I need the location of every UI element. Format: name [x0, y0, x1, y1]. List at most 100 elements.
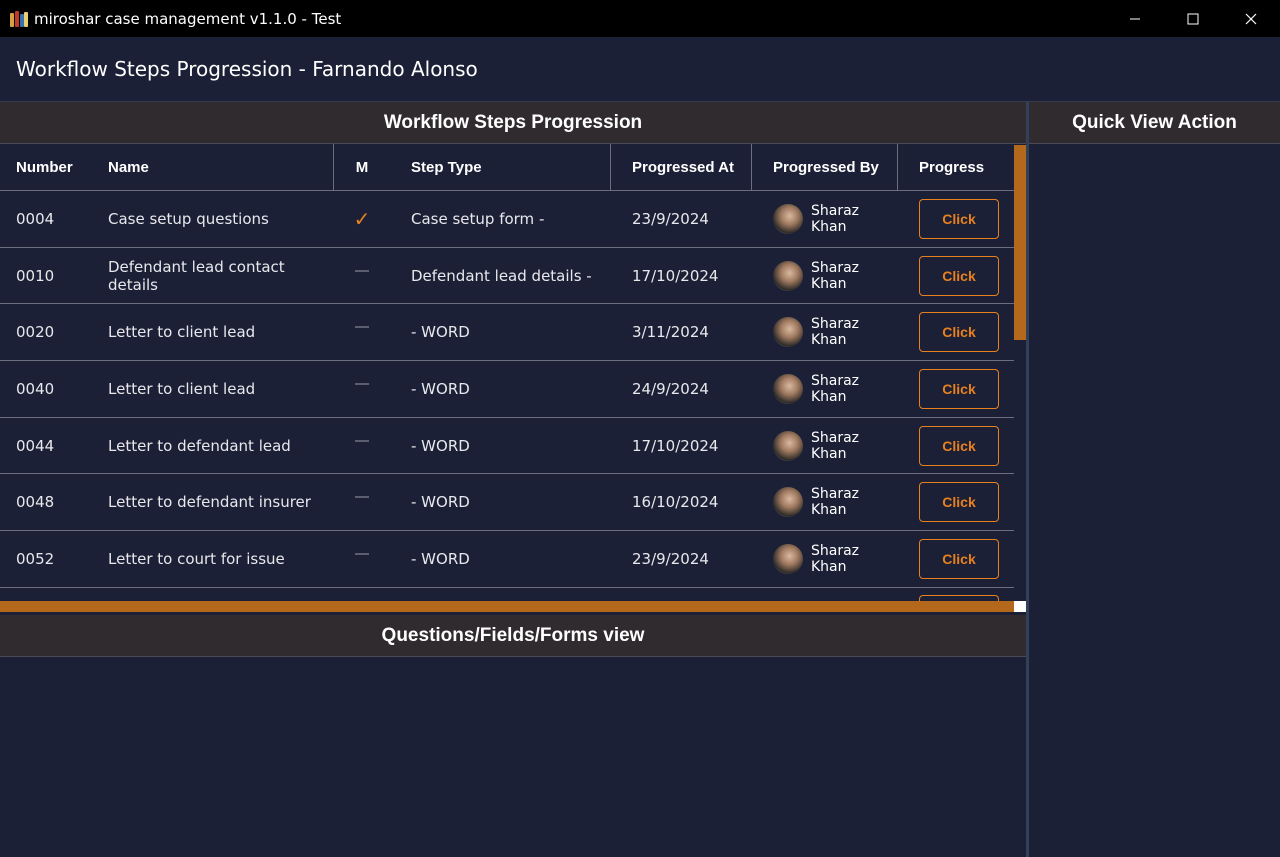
cell-name: Letter to client lead — [108, 379, 256, 398]
cell-progressed-by: Sharaz Khan — [752, 248, 898, 304]
close-button[interactable] — [1222, 0, 1280, 37]
column-header-progressed-by[interactable]: Progressed By — [752, 144, 898, 190]
app-books-icon — [10, 10, 28, 27]
cell-name: Defendant lead contact details — [108, 257, 285, 294]
cell-m — [334, 304, 390, 360]
user-name: Sharaz Khan — [811, 259, 860, 292]
progress-click-button[interactable]: Click — [919, 368, 999, 409]
cell-step-type: - WORD — [411, 549, 470, 568]
progress-click-button[interactable]: Click — [919, 538, 999, 579]
quick-view-section-header: Quick View Action — [1029, 102, 1280, 144]
grid-header: Number Name M Step Type Progressed At Pr… — [0, 144, 1014, 191]
cell-name: Letter to defendant insurer — [108, 493, 311, 512]
vertical-scrollbar-thumb[interactable] — [1014, 145, 1026, 340]
avatar — [773, 487, 803, 518]
cell-progressed-by: Sharaz Khan — [752, 418, 898, 474]
horizontal-scrollbar[interactable] — [0, 601, 1014, 612]
user-name: Sharaz Khan — [811, 372, 860, 405]
maximize-button[interactable] — [1164, 0, 1222, 37]
cell-step-type: - WORD — [411, 379, 470, 398]
user-name: Sharaz Khan — [811, 429, 860, 462]
cell-progressed-at: 17/10/2024 — [632, 436, 719, 455]
user-name: Sharaz Khan — [811, 542, 860, 575]
cell-m — [334, 248, 390, 304]
cell-progressed-by: Sharaz Khan — [752, 474, 898, 530]
cell-m: ✓ — [334, 191, 390, 247]
cell-progressed-at: 16/10/2024 — [632, 493, 719, 512]
cell-step-type: Defendant lead details - — [411, 266, 592, 285]
avatar — [773, 430, 803, 461]
cell-progress: Click — [898, 418, 1014, 474]
avatar — [773, 260, 803, 291]
column-header-progress[interactable]: Progress — [898, 144, 1014, 190]
dash-icon — [355, 326, 369, 329]
minimize-button[interactable] — [1106, 0, 1164, 37]
dash-icon — [355, 496, 369, 499]
checkmark-icon: ✓ — [353, 206, 371, 231]
progress-click-button[interactable]: Click — [919, 255, 999, 296]
cell-progressed-by: Sharaz Khan — [752, 531, 898, 587]
table-row[interactable]: 0040 Letter to client lead - WORD 24/9/2… — [0, 361, 1014, 418]
table-row[interactable]: 0020 Letter to client lead - WORD 3/11/2… — [0, 304, 1014, 362]
cell-number: 0044 — [16, 436, 55, 455]
table-row[interactable]: 0048 Letter to defendant insurer - WORD … — [0, 474, 1014, 532]
dash-icon — [355, 439, 369, 442]
cell-progressed-at: 24/9/2024 — [632, 379, 709, 398]
cell-step-type: Case setup form - — [411, 209, 545, 228]
user-name: Sharaz Khan — [811, 486, 860, 519]
cell-name: Letter to client lead — [108, 323, 256, 342]
window-title: miroshar case management v1.1.0 - Test — [34, 9, 342, 28]
cell-progress: Click — [898, 248, 1014, 304]
cell-step-type: - WORD — [411, 323, 470, 342]
cell-m — [334, 418, 390, 474]
cell-number: 0010 — [16, 266, 55, 285]
table-row[interactable]: 0044 Letter to defendant lead - WORD 17/… — [0, 418, 1014, 475]
progress-click-button[interactable]: Click — [919, 482, 999, 523]
grid-body: 0004 Case setup questions ✓ Case setup f… — [0, 191, 1014, 588]
cell-progressed-by: Sharaz Khan — [752, 361, 898, 417]
page-header: Workflow Steps Progression - Farnando Al… — [0, 37, 1280, 102]
title-bar: miroshar case management v1.1.0 - Test — [0, 0, 1280, 37]
quick-view-panel: Quick View Action — [1029, 102, 1280, 857]
column-header-progressed-at[interactable]: Progressed At — [611, 144, 752, 190]
cell-number: 0040 — [16, 379, 55, 398]
progress-click-button[interactable]: Click — [919, 425, 999, 466]
column-header-step-type[interactable]: Step Type — [390, 144, 611, 190]
cell-progress: Click — [898, 191, 1014, 247]
column-header-number[interactable]: Number — [0, 144, 92, 190]
cell-progress: Click — [898, 531, 1014, 587]
cell-number: 0052 — [16, 549, 55, 568]
page-title: Workflow Steps Progression - Farnando Al… — [16, 57, 478, 81]
scrollbar-corner — [1014, 601, 1026, 612]
cell-step-type: - WORD — [411, 436, 470, 455]
vertical-scrollbar[interactable] — [1014, 145, 1026, 600]
table-row[interactable]: 0052 Letter to court for issue - WORD 23… — [0, 531, 1014, 588]
table-row[interactable]: 0004 Case setup questions ✓ Case setup f… — [0, 191, 1014, 248]
avatar — [773, 543, 803, 574]
dash-icon — [355, 269, 369, 272]
avatar — [773, 317, 803, 348]
cell-name: Letter to defendant lead — [108, 436, 291, 455]
cell-m — [334, 474, 390, 530]
cell-progressed-at: 17/10/2024 — [632, 266, 719, 285]
table-row[interactable]: 0010 Defendant lead contact details Defe… — [0, 248, 1014, 305]
questions-panel: Questions/Fields/Forms view — [0, 615, 1026, 657]
cell-m — [334, 531, 390, 587]
column-header-m[interactable]: M — [334, 144, 390, 190]
progress-click-button[interactable]: Click — [919, 198, 999, 239]
user-name: Sharaz Khan — [811, 316, 860, 349]
cell-m — [334, 361, 390, 417]
window-controls — [1106, 0, 1280, 37]
cell-progress: Click — [898, 304, 1014, 360]
progress-click-button[interactable]: Click — [919, 312, 999, 353]
cell-step-type: - WORD — [411, 493, 470, 512]
cell-number: 0004 — [16, 209, 55, 228]
avatar — [773, 373, 803, 404]
cell-progressed-by: Sharaz Khan — [752, 191, 898, 247]
column-header-name[interactable]: Name — [92, 144, 334, 190]
cell-progressed-at: 3/11/2024 — [632, 323, 709, 342]
cell-progress: Click — [898, 474, 1014, 530]
cell-progressed-at: 23/9/2024 — [632, 549, 709, 568]
maximize-icon — [1187, 13, 1199, 24]
cell-name: Letter to court for issue — [108, 549, 285, 568]
